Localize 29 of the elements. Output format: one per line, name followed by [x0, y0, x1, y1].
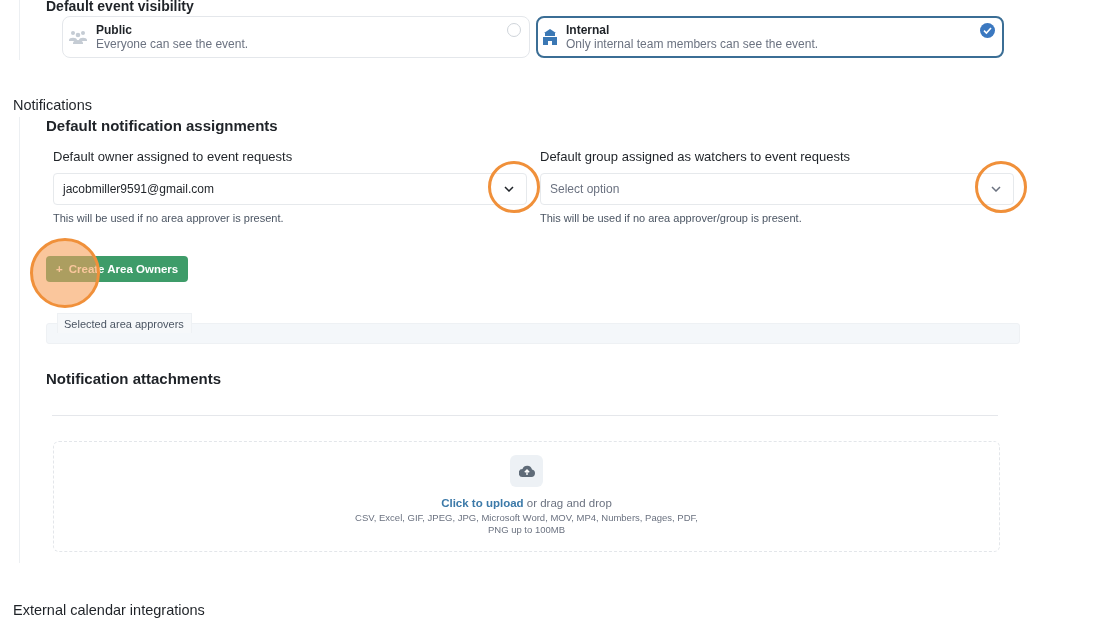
option-title: Internal [566, 23, 611, 37]
upload-formats: CSV, Excel, GIF, JPEG, JPG, Microsoft Word, MOV, MP4, Numbers, Pages, PDF, PNG up to 100MB [354, 512, 699, 536]
field-label: Default group assigned as watchers to event requests [540, 149, 851, 165]
option-title: Public [96, 23, 133, 37]
chevron-down-icon[interactable] [504, 186, 514, 192]
visibility-option[interactable]: Internal Only internal team members can see the event. [536, 16, 1004, 58]
approvers-tab[interactable]: Selected area approvers [57, 313, 192, 333]
section-title: External calendar integrations [13, 601, 206, 619]
field-label: Default owner assigned to event requests [53, 149, 294, 165]
upload-link[interactable]: Click to upload [441, 497, 524, 509]
upload-dropzone[interactable]: Click to upload or drag and drop CSV, Excel, GIF, JPEG, JPG, Microsoft Word, MOV, MP4, Numbers, Pages, PDF, PNG up to 100MB [53, 441, 1000, 552]
cloud-upload-icon [518, 465, 535, 477]
section-heading: Default event visibility [46, 0, 195, 12]
option-description: Only internal team members can see the event. [566, 37, 819, 51]
option-description: Everyone can see the event. [96, 37, 249, 51]
select-field[interactable]: jacobmiller9591@gmail.com [53, 173, 527, 205]
section-title: Notifications [13, 96, 93, 114]
select-placeholder: Select option [550, 182, 620, 196]
help-text: This will be used if no area approver/group is present. [540, 212, 803, 224]
help-text: This will be used if no area approver is present. [53, 212, 285, 224]
subsection-title: Default notification assignments [46, 117, 279, 135]
people-icon [69, 30, 87, 44]
select-value: jacobmiller9591@gmail.com [63, 182, 214, 196]
check-circle-icon[interactable] [980, 23, 995, 38]
upload-instructions: Click to upload or drag and drop [441, 497, 612, 509]
building-icon [543, 29, 557, 45]
subsection-title: Notification attachments [46, 370, 223, 388]
select-field[interactable]: Select option [540, 173, 1014, 205]
visibility-option[interactable]: Public Everyone can see the event. [62, 16, 530, 58]
